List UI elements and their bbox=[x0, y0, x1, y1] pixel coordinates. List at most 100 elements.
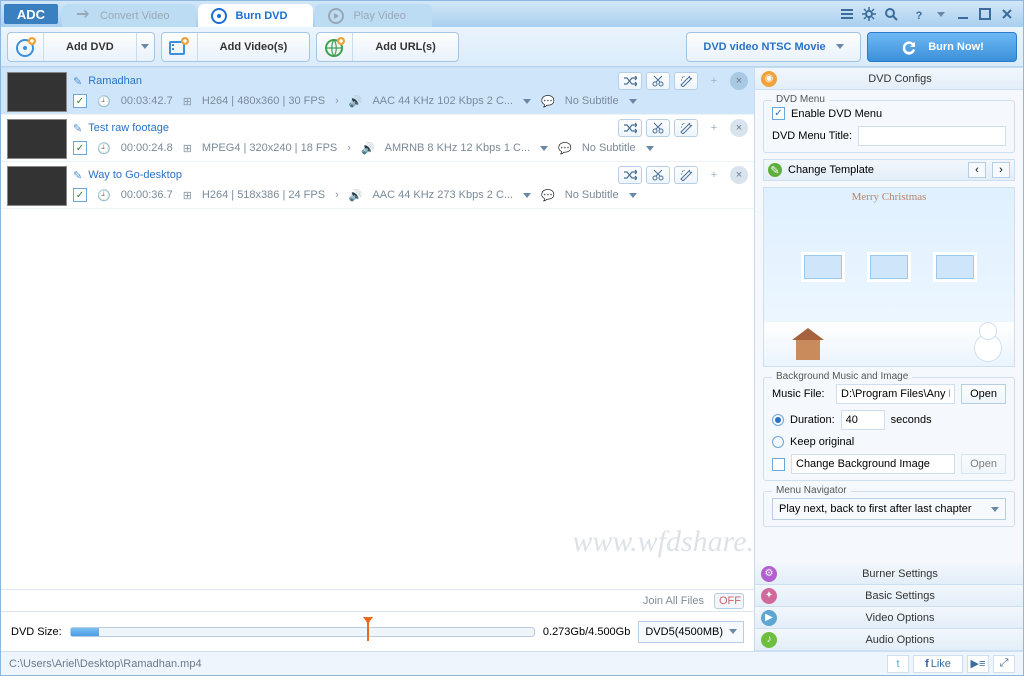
help-dropdown-icon[interactable] bbox=[931, 4, 951, 24]
facebook-like-button[interactable]: fLike bbox=[913, 655, 963, 673]
tab-burn-dvd[interactable]: Burn DVD bbox=[198, 4, 314, 27]
keep-original-radio[interactable] bbox=[772, 436, 784, 448]
duration-radio[interactable] bbox=[772, 414, 784, 426]
burn-now-button[interactable]: Burn Now! bbox=[867, 32, 1017, 62]
template-prev-button[interactable]: ‹ bbox=[968, 162, 986, 178]
shuffle-button[interactable] bbox=[618, 119, 642, 137]
chevron-down-icon bbox=[836, 44, 844, 49]
item-subtitle: No Subtitle bbox=[565, 95, 619, 107]
tab-convert-video[interactable]: Convert Video bbox=[62, 4, 196, 27]
change-template-button[interactable]: Change Template bbox=[788, 164, 962, 176]
dvd-configs-header[interactable]: ◉ DVD Configs bbox=[755, 68, 1023, 90]
search-icon[interactable] bbox=[881, 4, 901, 24]
dvd-size-progress bbox=[70, 627, 535, 637]
chevron-right-icon[interactable]: › bbox=[335, 95, 339, 107]
remove-item-button[interactable]: × bbox=[730, 166, 748, 184]
menu-navigator-select[interactable]: Play next, back to first after last chap… bbox=[772, 498, 1006, 520]
remove-item-button[interactable]: × bbox=[730, 72, 748, 90]
item-title: Ramadhan bbox=[88, 75, 142, 87]
audio-dropdown[interactable] bbox=[540, 146, 548, 151]
bg-music-legend: Background Music and Image bbox=[772, 371, 912, 382]
list-item[interactable]: ✎ Ramadhan + × ✓ 🕘 00:03:42.7 ⊞ H264 | 4… bbox=[1, 68, 754, 115]
music-file-input[interactable] bbox=[836, 384, 955, 404]
dvd-menu-legend: DVD Menu bbox=[772, 94, 829, 105]
list-item[interactable]: ✎ Test raw footage + × ✓ 🕘 00:00:24.8 ⊞ … bbox=[1, 115, 754, 162]
cut-button[interactable] bbox=[646, 72, 670, 90]
chevron-down-icon bbox=[991, 507, 999, 512]
minimize-button[interactable] bbox=[953, 4, 973, 24]
add-dvd-button[interactable]: Add DVD bbox=[7, 32, 155, 62]
item-duration: 00:00:36.7 bbox=[121, 189, 173, 201]
add-item-button[interactable]: + bbox=[702, 166, 726, 184]
effects-button[interactable] bbox=[674, 166, 698, 184]
item-video-info: H264 | 480x360 | 30 FPS bbox=[202, 95, 325, 107]
subtitle-dropdown[interactable] bbox=[646, 146, 654, 151]
change-bg-input[interactable] bbox=[791, 454, 955, 474]
cut-button[interactable] bbox=[646, 166, 670, 184]
add-videos-button[interactable]: Add Video(s) bbox=[161, 32, 311, 62]
help-icon[interactable]: ? bbox=[909, 4, 929, 24]
item-audio-info: AAC 44 KHz 273 Kbps 2 C... bbox=[372, 189, 513, 201]
add-item-button[interactable]: + bbox=[702, 72, 726, 90]
thumbnail bbox=[7, 166, 67, 206]
burner-settings-header[interactable]: ⚙Burner Settings bbox=[755, 563, 1023, 585]
shuffle-button[interactable] bbox=[618, 166, 642, 184]
audio-dropdown[interactable] bbox=[523, 193, 531, 198]
subtitle-icon: 💬 bbox=[541, 189, 555, 202]
subtitle-icon: 💬 bbox=[558, 142, 572, 155]
join-all-toggle[interactable]: OFF bbox=[714, 593, 744, 609]
add-item-button[interactable]: + bbox=[702, 119, 726, 137]
video-options-header[interactable]: ▶Video Options bbox=[755, 607, 1023, 629]
add-urls-button[interactable]: Add URL(s) bbox=[316, 32, 459, 62]
item-title: Way to Go-desktop bbox=[88, 169, 182, 181]
shuffle-button[interactable] bbox=[618, 72, 642, 90]
item-duration: 00:03:42.7 bbox=[121, 95, 173, 107]
maximize-button[interactable] bbox=[975, 4, 995, 24]
output-profile-select[interactable]: DVD video NTSC Movie bbox=[686, 32, 861, 62]
template-next-button[interactable]: › bbox=[992, 162, 1010, 178]
settings-icon[interactable] bbox=[859, 4, 879, 24]
chevron-right-icon[interactable]: › bbox=[347, 142, 351, 154]
list-item[interactable]: ✎ Way to Go-desktop + × ✓ 🕘 00:00:36.7 ⊞… bbox=[1, 162, 754, 209]
basic-settings-header[interactable]: ✦Basic Settings bbox=[755, 585, 1023, 607]
close-button[interactable] bbox=[997, 4, 1017, 24]
playlist-button[interactable]: ▶≡ bbox=[967, 655, 989, 673]
enable-dvd-menu-checkbox[interactable]: ✓ bbox=[772, 107, 785, 120]
music-open-button[interactable]: Open bbox=[961, 384, 1006, 404]
duration-input[interactable] bbox=[841, 410, 885, 430]
seconds-label: seconds bbox=[891, 414, 932, 426]
menu-title-input[interactable] bbox=[858, 126, 1006, 146]
audio-dropdown[interactable] bbox=[523, 99, 531, 104]
tab-play-video[interactable]: Play Video bbox=[315, 4, 431, 27]
svg-text:?: ? bbox=[916, 10, 923, 21]
subtitle-dropdown[interactable] bbox=[629, 193, 637, 198]
twitter-button[interactable]: t bbox=[887, 655, 909, 673]
subtitle-dropdown[interactable] bbox=[629, 99, 637, 104]
pencil-icon[interactable]: ✎ bbox=[73, 75, 82, 88]
effects-button[interactable] bbox=[674, 72, 698, 90]
chevron-down-icon bbox=[729, 629, 737, 634]
add-dvd-dropdown[interactable] bbox=[136, 33, 154, 61]
expand-button[interactable]: ⤢ bbox=[993, 655, 1015, 673]
clock-icon: 🕘 bbox=[97, 95, 111, 108]
menu-title-label: DVD Menu Title: bbox=[772, 130, 852, 142]
cut-button[interactable] bbox=[646, 119, 670, 137]
change-bg-checkbox[interactable]: ✓ bbox=[772, 458, 785, 471]
audio-options-header[interactable]: ♪Audio Options bbox=[755, 629, 1023, 651]
pencil-icon[interactable]: ✎ bbox=[73, 169, 82, 182]
pencil-icon[interactable]: ✎ bbox=[73, 122, 82, 135]
effects-button[interactable] bbox=[674, 119, 698, 137]
speaker-icon: 🔊 bbox=[361, 142, 375, 155]
item-checkbox[interactable]: ✓ bbox=[73, 141, 87, 155]
chevron-right-icon[interactable]: › bbox=[335, 189, 339, 201]
dvd-media-select[interactable]: DVD5(4500MB) bbox=[638, 621, 744, 643]
output-profile-label: DVD video NTSC Movie bbox=[703, 41, 825, 53]
add-urls-label: Add URL(s) bbox=[353, 41, 458, 53]
remove-item-button[interactable]: × bbox=[730, 119, 748, 137]
item-checkbox[interactable]: ✓ bbox=[73, 94, 87, 108]
keep-original-label: Keep original bbox=[790, 436, 854, 448]
item-checkbox[interactable]: ✓ bbox=[73, 188, 87, 202]
status-path: C:\Users\Ariel\Desktop\Ramadhan.mp4 bbox=[9, 658, 202, 670]
thumbnail bbox=[7, 119, 67, 159]
options-icon[interactable] bbox=[837, 4, 857, 24]
